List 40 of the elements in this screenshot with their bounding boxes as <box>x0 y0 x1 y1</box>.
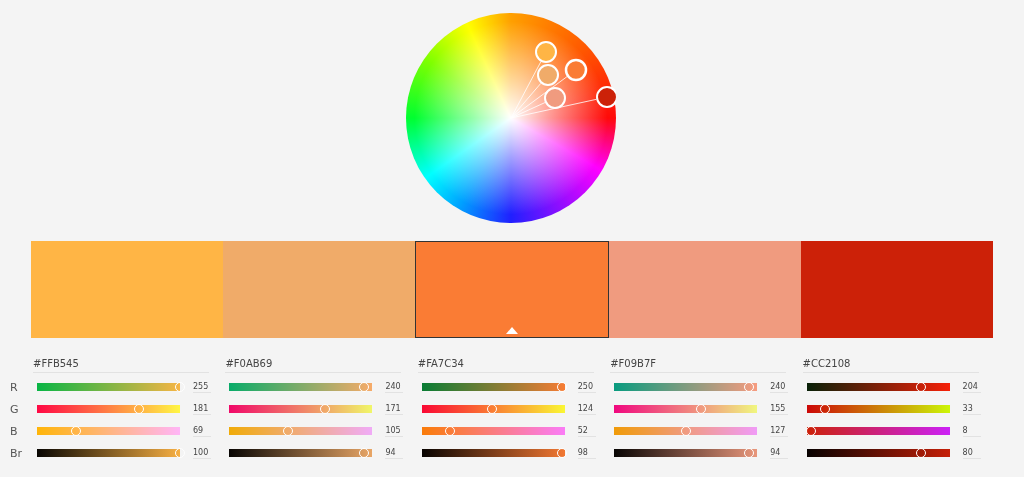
hex-value[interactable]: #FFB545 <box>33 357 209 373</box>
color-swatch[interactable] <box>801 241 993 338</box>
channel-value[interactable]: 100 <box>193 447 211 459</box>
channel-value[interactable]: 127 <box>770 425 789 437</box>
channel-value[interactable]: 255 <box>193 381 211 393</box>
channel-label: G <box>9 402 19 416</box>
channel-value[interactable]: 240 <box>770 381 789 393</box>
wheel-handle[interactable] <box>537 64 559 86</box>
wheel-handle[interactable] <box>535 41 557 63</box>
channel-value[interactable]: 204 <box>962 381 981 393</box>
color-swatch[interactable] <box>415 241 609 338</box>
channel-value[interactable]: 69 <box>193 425 211 437</box>
channel-value[interactable]: 94 <box>385 447 404 459</box>
channel-value[interactable]: 105 <box>385 425 404 437</box>
channel-value[interactable]: 240 <box>385 381 404 393</box>
color-swatch[interactable] <box>31 241 223 338</box>
wheel-handle[interactable] <box>564 58 588 82</box>
hex-value[interactable]: #CC2108 <box>802 357 979 373</box>
channel-label: R <box>9 380 18 394</box>
wheel-handle[interactable] <box>544 87 566 109</box>
channel-value[interactable]: 124 <box>577 403 596 415</box>
channel-label: B <box>9 424 18 438</box>
channel-value[interactable]: 52 <box>577 425 596 437</box>
channel-value[interactable]: 171 <box>385 403 404 415</box>
channel-value[interactable]: 250 <box>577 381 596 393</box>
channel-value[interactable]: 8 <box>962 425 981 437</box>
hex-value[interactable]: #FA7C34 <box>417 357 594 373</box>
color-swatch[interactable] <box>223 241 415 338</box>
channel-value[interactable]: 98 <box>577 447 596 459</box>
selected-marker-icon <box>506 327 518 334</box>
channel-value[interactable]: 80 <box>962 447 981 459</box>
hex-value[interactable]: #F09B7F <box>610 357 787 373</box>
channel-value[interactable]: 33 <box>962 403 981 415</box>
hex-value[interactable]: #F0AB69 <box>225 357 402 373</box>
channel-value[interactable]: 181 <box>193 403 211 415</box>
color-swatch[interactable] <box>609 241 801 338</box>
channel-value[interactable]: 94 <box>770 447 789 459</box>
channel-value[interactable]: 155 <box>770 403 789 415</box>
wheel-handle[interactable] <box>596 86 616 108</box>
channel-label: Br <box>9 446 23 460</box>
